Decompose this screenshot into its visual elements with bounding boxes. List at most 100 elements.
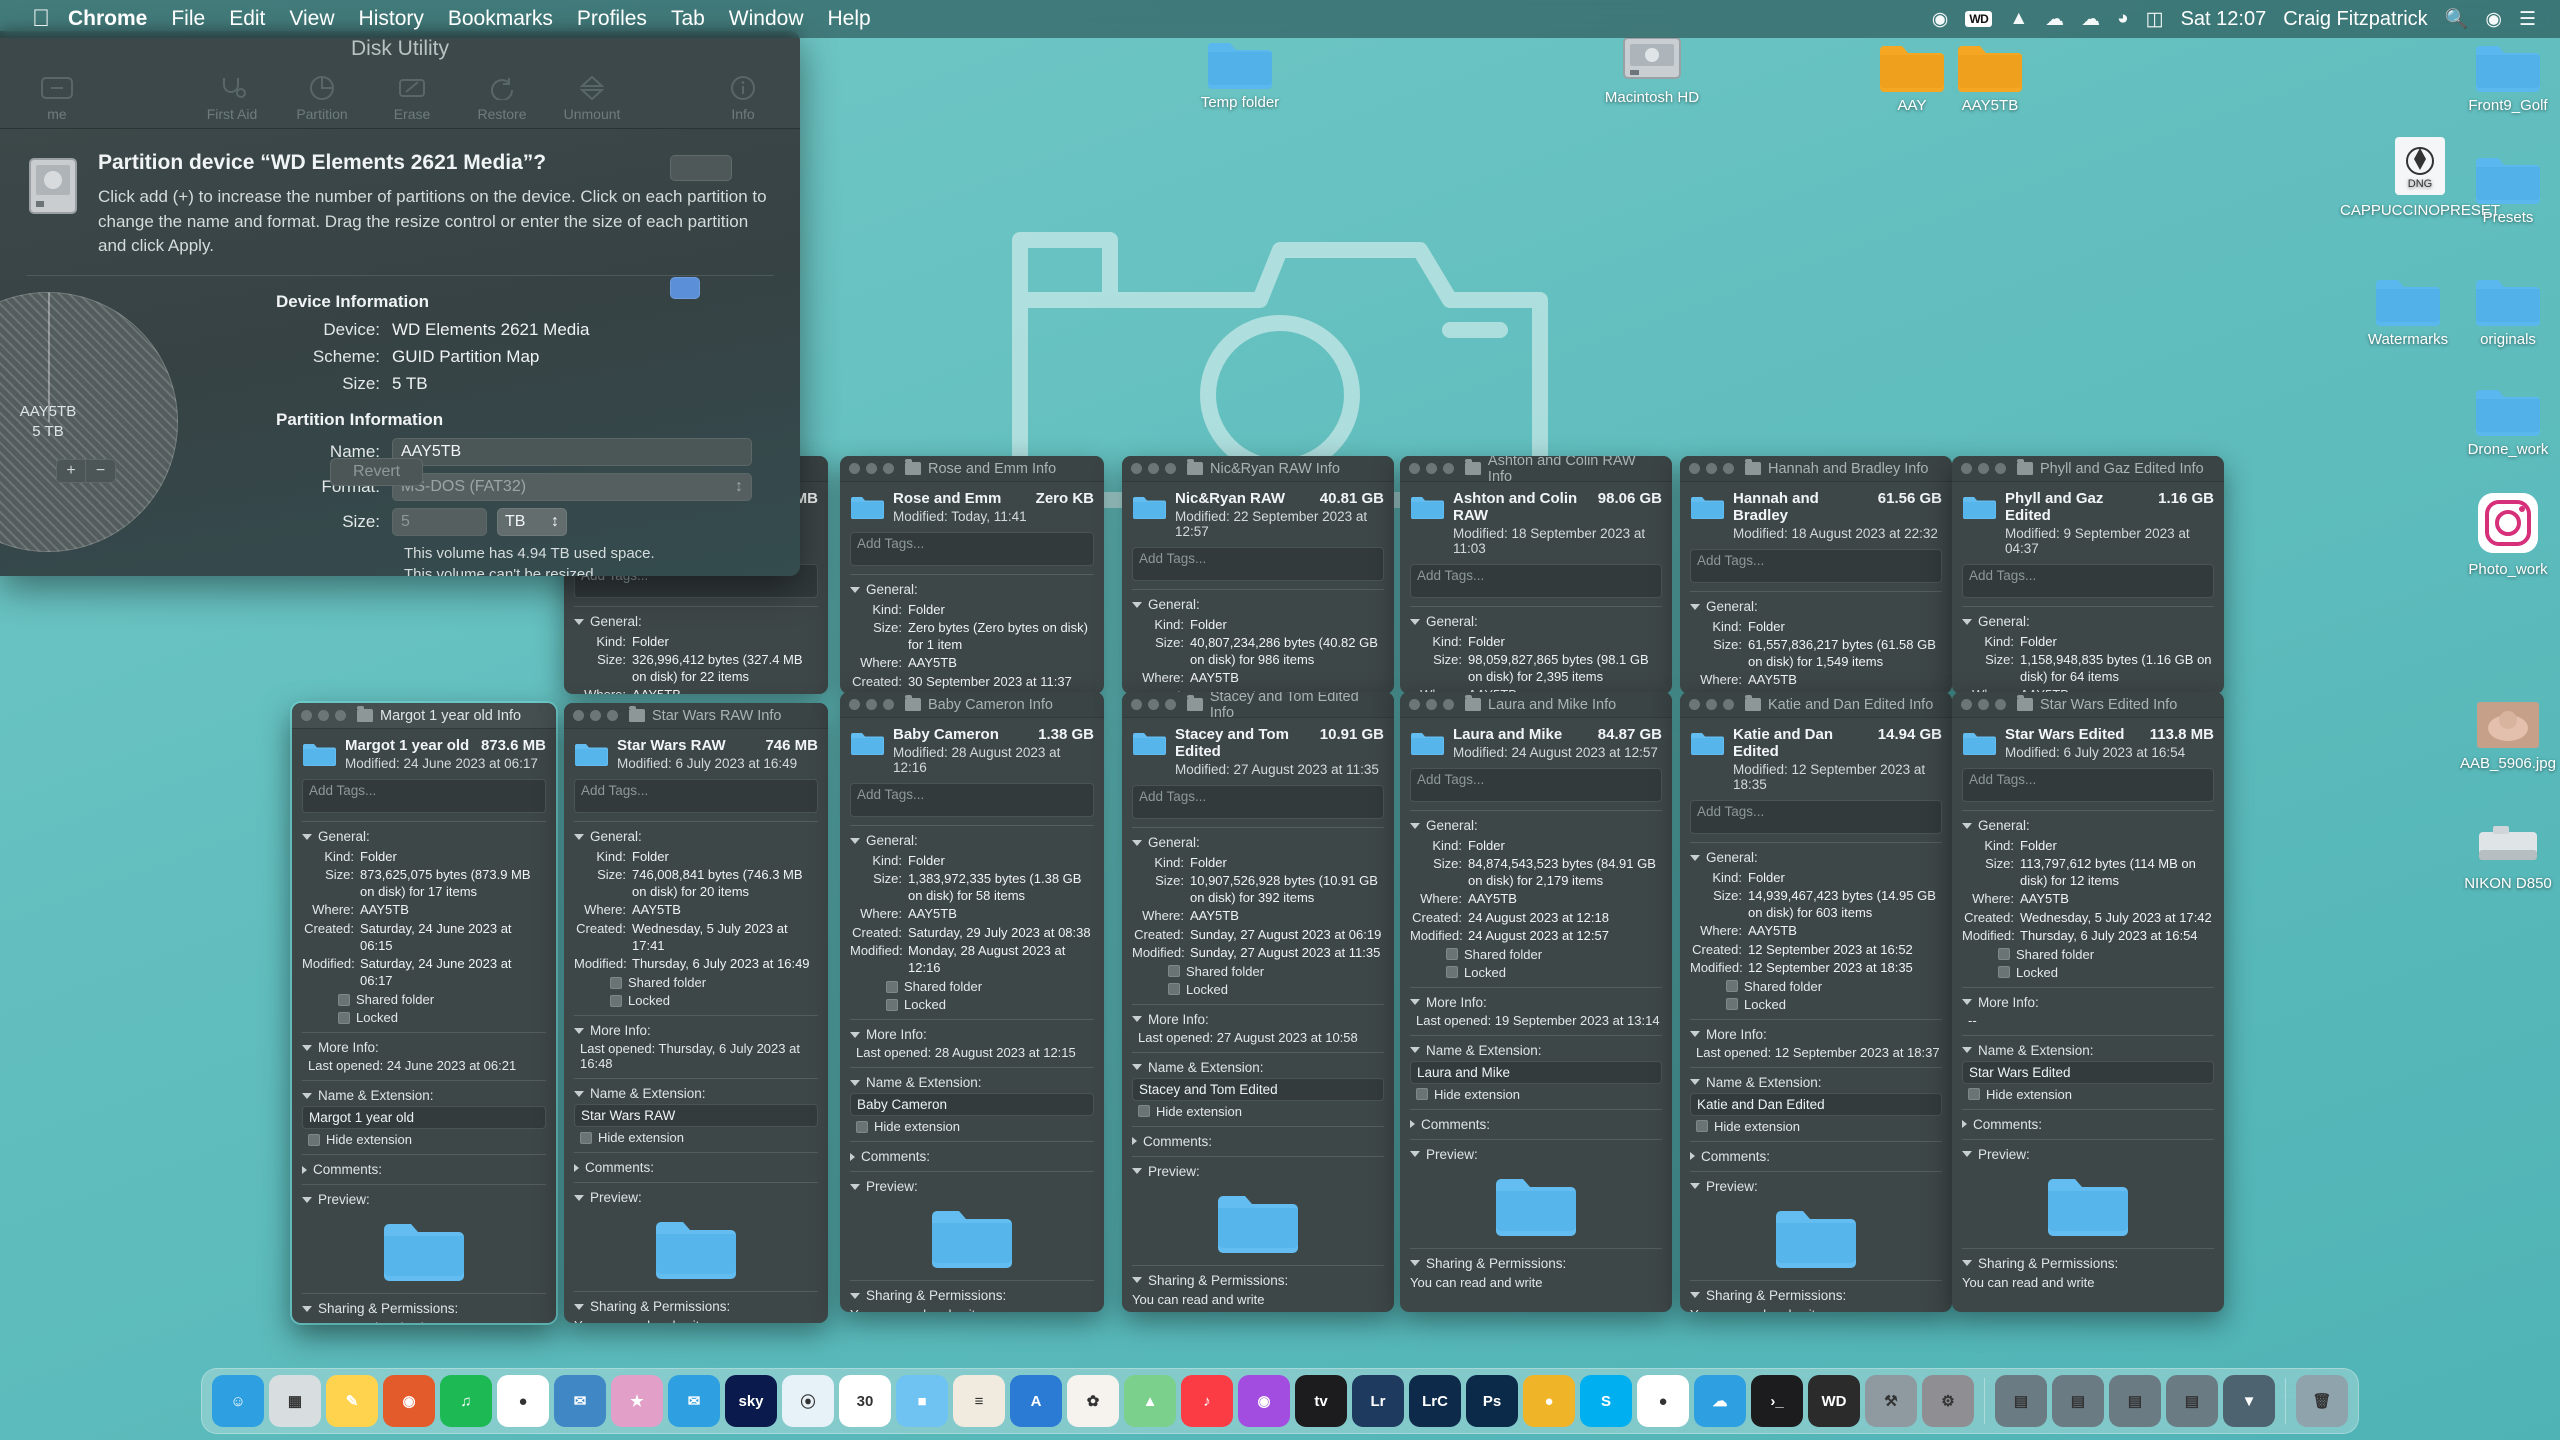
hide-extension-checkbox[interactable]: Hide extension [308,1132,546,1147]
preview-section-toggle[interactable]: Preview: [574,1190,818,1205]
dock-item-wd-drive[interactable]: WD [1808,1375,1860,1427]
preview-section-toggle[interactable]: Preview: [302,1192,546,1207]
shared-folder-checkbox[interactable]: Shared folder [1446,947,1662,962]
zoom-icon[interactable] [1165,699,1176,710]
disk-utility-window[interactable]: Disk Utility me First Aid Partition Eras… [0,31,800,576]
dock-item-photos[interactable]: ✿ [1067,1375,1119,1427]
dock-item-chrome[interactable]: ● [497,1375,549,1427]
name-extension-section-toggle[interactable]: Name & Extension: [1410,1043,1662,1058]
more-info-section-toggle[interactable]: More Info: [1962,995,2214,1010]
tags-input[interactable]: Add Tags... [574,779,818,813]
desktop-icon-front9-golf[interactable]: Front9_Golf [2448,38,2560,115]
close-icon[interactable] [1961,463,1972,474]
close-icon[interactable] [1689,699,1700,710]
tags-input[interactable]: Add Tags... [1962,768,2214,802]
name-extension-input[interactable]: Katie and Dan Edited [1690,1092,1942,1116]
apple-menu-icon[interactable]:  [32,7,50,31]
comments-section-toggle[interactable]: Comments: [1132,1134,1384,1149]
hide-extension-checkbox[interactable]: Hide extension [580,1130,818,1145]
dock-item-finder[interactable]: ☺ [212,1375,264,1427]
shared-folder-checkbox[interactable]: Shared folder [1998,947,2214,962]
hide-extension-checkbox[interactable]: Hide extension [1138,1104,1384,1119]
close-icon[interactable] [849,699,860,710]
shared-folder-checkbox[interactable]: Shared folder [886,979,1094,994]
desktop-icon-aab-5906-jpg[interactable]: AAB_5906.jpg [2448,700,2560,773]
dock-item-finder-window-1[interactable]: ▤ [1995,1375,2047,1427]
more-info-section-toggle[interactable]: More Info: [574,1023,818,1038]
minimize-icon[interactable] [1706,463,1717,474]
locked-checkbox[interactable]: Locked [1998,965,2214,980]
dock-item-notes[interactable]: ✎ [326,1375,378,1427]
onedrive-icon[interactable]: ☁ [2045,8,2064,31]
tags-input[interactable]: Add Tags... [1132,785,1384,819]
dock-item-finder-window-3[interactable]: ▤ [2109,1375,2161,1427]
traffic-lights[interactable] [1131,463,1176,474]
hide-extension-checkbox[interactable]: Hide extension [856,1119,1094,1134]
more-info-section-toggle[interactable]: More Info: [850,1027,1094,1042]
toolbar-first-aid-button[interactable]: First Aid [187,73,277,122]
menu-item-edit[interactable]: Edit [229,7,265,31]
dock-item-launchpad[interactable]: ▦ [269,1375,321,1427]
user-name[interactable]: Craig Fitzpatrick [2283,8,2427,31]
shared-folder-checkbox[interactable]: Shared folder [338,992,546,1007]
dock-item-sky[interactable]: sky [725,1375,777,1427]
info-window-titlebar[interactable]: Star Wars Edited Info [1952,692,2224,718]
info-window-baby-cameron[interactable]: Baby Cameron Info Baby Cameron 1.38 GB Modi… [840,692,1104,1312]
close-icon[interactable] [1409,463,1420,474]
dock-item-music[interactable]: ♪ [1181,1375,1233,1427]
traffic-lights[interactable] [1131,699,1176,710]
desktop-icon-nikon-d850[interactable]: NIKON D850 [2448,820,2560,893]
shared-folder-checkbox[interactable]: Shared folder [1168,964,1384,979]
preview-section-toggle[interactable]: Preview: [1962,1147,2214,1162]
dock-item-terminal[interactable]: ›_ [1751,1375,1803,1427]
dock-item-airmail[interactable]: ✉ [554,1375,606,1427]
info-window-margot[interactable]: Margot 1 year old Info Margot 1 year old 8… [292,703,556,1323]
tags-input[interactable]: Add Tags... [1410,564,1662,598]
tags-input[interactable]: Add Tags... [850,532,1094,566]
toolbar-erase-button[interactable]: Erase [367,73,457,122]
info-window-titlebar[interactable]: Baby Cameron Info [840,692,1104,718]
toolbar-info-button[interactable]: Info [698,73,788,122]
info-window-phyll-and-gaz-edited[interactable]: Phyll and Gaz Edited Info Phyll and Gaz E… [1952,456,2224,694]
name-extension-section-toggle[interactable]: Name & Extension: [1962,1043,2214,1058]
preview-section-toggle[interactable]: Preview: [850,1179,1094,1194]
menu-item-bookmarks[interactable]: Bookmarks [448,7,553,31]
sharing-permissions-section-toggle[interactable]: Sharing & Permissions: [1132,1273,1384,1288]
traffic-lights[interactable] [1409,463,1454,474]
zoom-icon[interactable] [1723,699,1734,710]
remove-partition-button[interactable]: − [86,459,116,483]
dock-item-helicon[interactable]: ● [1523,1375,1575,1427]
general-section-toggle[interactable]: General: [1132,597,1384,612]
menu-item-chrome[interactable]: Chrome [68,7,147,31]
toolbar-restore-button[interactable]: Restore [457,73,547,122]
dock-item-finder-folder[interactable]: ■ [896,1375,948,1427]
info-window-titlebar[interactable]: Star Wars RAW Info [564,703,828,729]
dropbox-icon[interactable]: ▲ [2009,8,2028,30]
partition-format-select[interactable]: MS-DOS (FAT32) ↕ [392,472,752,501]
info-window-katie-and-dan-edited[interactable]: Katie and Dan Edited Info Katie and Dan E… [1680,692,1952,1312]
comments-section-toggle[interactable]: Comments: [1962,1117,2214,1132]
general-section-toggle[interactable]: General: [850,582,1094,597]
shared-folder-checkbox[interactable]: Shared folder [610,975,818,990]
zoom-icon[interactable] [1995,463,2006,474]
tags-input[interactable]: Add Tags... [1690,800,1942,834]
zoom-icon[interactable] [335,710,346,721]
sharing-permissions-section-toggle[interactable]: Sharing & Permissions: [1962,1256,2214,1271]
traffic-lights[interactable] [1409,699,1454,710]
dock-item-system-settings[interactable]: ⚙ [1922,1375,1974,1427]
desktop-icon-originals[interactable]: originals [2448,272,2560,349]
name-extension-input[interactable]: Stacey and Tom Edited [1132,1077,1384,1101]
locked-checkbox[interactable]: Locked [886,997,1094,1012]
screen-record-icon[interactable]: ◉ [1932,8,1949,31]
menu-item-view[interactable]: View [289,7,334,31]
dock-item-finder-window-2[interactable]: ▤ [2052,1375,2104,1427]
hide-extension-checkbox[interactable]: Hide extension [1696,1119,1942,1134]
sharing-permissions-section-toggle[interactable]: Sharing & Permissions: [1410,1256,1662,1271]
general-section-toggle[interactable]: General: [850,833,1094,848]
minimize-icon[interactable] [1426,463,1437,474]
close-icon[interactable] [1409,699,1420,710]
name-extension-input[interactable]: Margot 1 year old [302,1106,546,1130]
minimize-icon[interactable] [1706,699,1717,710]
info-window-titlebar[interactable]: Katie and Dan Edited Info [1680,692,1952,718]
partition-size-unit-select[interactable]: TB ↕ [497,507,567,536]
